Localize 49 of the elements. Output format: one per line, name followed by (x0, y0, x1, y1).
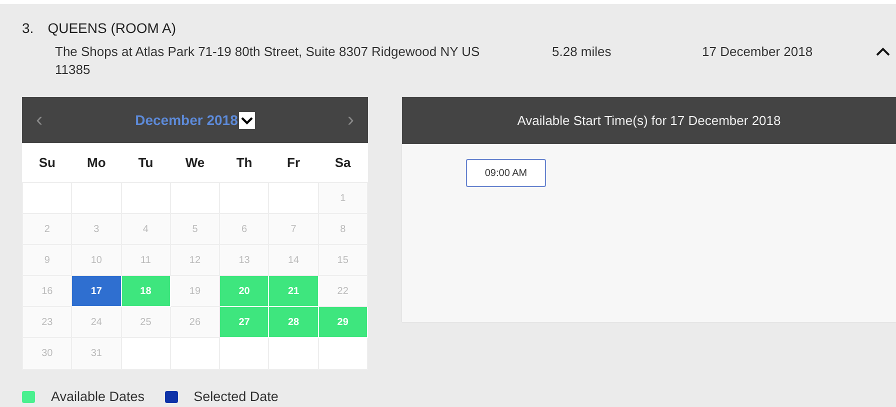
calendar-day: 3 (72, 214, 122, 244)
month-label: December 2018 (135, 112, 238, 128)
calendar-day[interactable]: 18 (121, 276, 170, 306)
calendar-day: 19 (170, 276, 220, 306)
calendar-day[interactable]: 27 (220, 306, 269, 338)
calendar-day: 6 (220, 214, 269, 244)
calendar-day: 22 (318, 276, 368, 306)
calendar-day[interactable]: 29 (318, 306, 368, 338)
calendar-day: 23 (22, 306, 72, 338)
item-number: 3. (22, 20, 34, 36)
calendar-day: 15 (318, 244, 368, 276)
calendar-day: 2 (22, 214, 72, 244)
date-text: 17 December 2018 (702, 43, 814, 61)
calendar-day[interactable]: 17 (72, 276, 122, 306)
weekday-header: Mo (72, 143, 122, 182)
calendar-day: 8 (318, 214, 368, 244)
legend-label: Available Dates (51, 389, 145, 404)
calendar-day: 1 (318, 182, 368, 214)
weekday-header: Su (22, 143, 72, 182)
calendar-day: 14 (268, 244, 318, 276)
calendar-day: 31 (72, 338, 122, 370)
calendar-day: 16 (22, 276, 72, 306)
calendar-day: 26 (170, 306, 220, 338)
legend-label: Selected Date (194, 389, 278, 404)
calendar-day: 12 (170, 244, 220, 276)
time-slot-button[interactable]: 09:00 AM (466, 159, 546, 187)
calendar-day: 25 (121, 306, 170, 338)
panel-title: Available Start Time(s) for 17 December 2018 (517, 113, 781, 128)
weekday-header: We (170, 143, 220, 182)
distance-text: 5.28 miles (552, 43, 612, 61)
calendar-day: 11 (121, 244, 170, 276)
weekday-header: Th (220, 143, 269, 182)
location-name: QUEENS (ROOM A) (48, 20, 176, 36)
weekday-header: Tu (121, 143, 170, 182)
address-text: The Shops at Atlas Park 71-19 80th Street, Suite 8307 Ridgewood NY US 11385 (55, 43, 481, 79)
calendar-day: 10 (72, 244, 122, 276)
calendar-day[interactable]: 28 (268, 306, 318, 338)
calendar-day: 4 (121, 214, 170, 244)
calendar-day: 5 (170, 214, 220, 244)
calendar-day: 13 (220, 244, 269, 276)
calendar-day: 30 (22, 338, 72, 370)
calendar-day: 24 (72, 306, 122, 338)
collapse-caret-icon[interactable] (876, 47, 890, 57)
calendar-day[interactable]: 21 (268, 276, 318, 306)
weekday-header: Sa (318, 143, 368, 182)
calendar-day: 9 (22, 244, 72, 276)
calendar-day: 7 (268, 214, 318, 244)
weekday-header: Fr (268, 143, 318, 182)
calendar-day[interactable]: 20 (220, 276, 269, 306)
